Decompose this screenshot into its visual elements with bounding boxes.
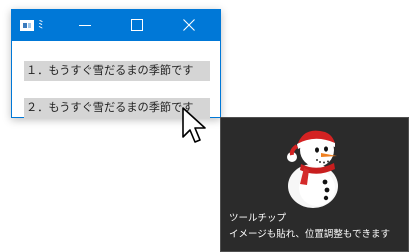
list-item-label: ２．もうすぐ雪だるまの季節です xyxy=(26,101,194,114)
snowman-image xyxy=(287,130,338,208)
close-icon xyxy=(183,19,195,31)
maximize-button[interactable] xyxy=(114,10,160,41)
list-item-label: １．もうすぐ雪だるまの季節です xyxy=(26,64,194,77)
close-button[interactable] xyxy=(166,10,212,41)
app-window: ﾐ １．もうすぐ雪だるまの季節です ２．もうすぐ雪だるまの季節です xyxy=(11,9,221,118)
maximize-icon xyxy=(131,19,143,31)
minimize-icon xyxy=(79,25,91,26)
window-title: ﾐ xyxy=(38,18,44,31)
arrow-cursor-icon xyxy=(182,107,206,143)
minimize-button[interactable] xyxy=(62,10,108,41)
tooltip: ツールチップ イメージも貼れ、位置調整もできます xyxy=(220,117,409,252)
app-icon[interactable] xyxy=(20,20,34,31)
list-item[interactable]: １．もうすぐ雪だるまの季節です xyxy=(24,61,210,81)
tooltip-title: ツールチップ xyxy=(229,213,287,224)
tooltip-body: イメージも貼れ、位置調整もできます xyxy=(229,229,391,240)
title-bar[interactable]: ﾐ xyxy=(12,10,220,41)
